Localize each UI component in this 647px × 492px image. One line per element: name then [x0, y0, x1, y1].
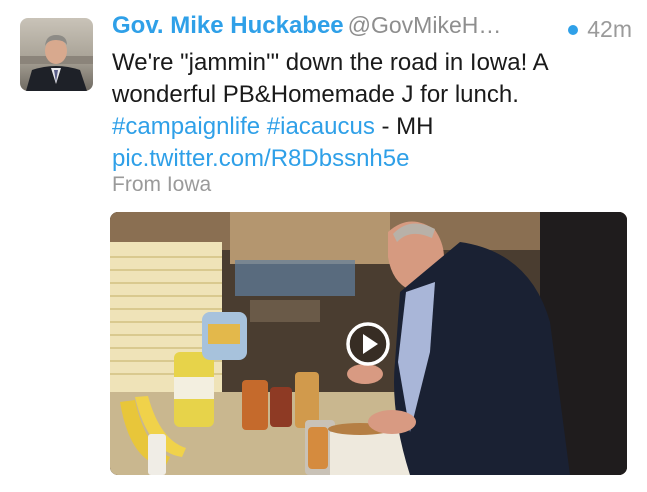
timestamp-text: 42m: [587, 16, 632, 42]
play-icon: [346, 322, 390, 366]
hashtag-link[interactable]: #iacaucus: [267, 113, 375, 140]
avatar[interactable]: [20, 18, 93, 91]
timestamp: 42m: [568, 16, 632, 43]
tweet-body-text: We're "jammin'" down the road in Iowa! A…: [112, 49, 548, 108]
unread-dot-icon: [568, 24, 579, 35]
tweet-card[interactable]: Gov. Mike Huckabee @GovMikeH… 42m We're "…: [0, 0, 647, 492]
tweet-header: Gov. Mike Huckabee @GovMikeH… 42m: [112, 12, 632, 46]
tweet-text: We're "jammin'" down the road in Iowa! A…: [112, 47, 632, 175]
hashtag-link[interactable]: #campaignlife: [112, 113, 260, 140]
author-handle[interactable]: @GovMikeH…: [348, 12, 502, 38]
author-name[interactable]: Gov. Mike Huckabee: [112, 12, 344, 39]
media-link[interactable]: pic.twitter.com/R8Dbssnh5e: [112, 145, 409, 172]
video-play-button[interactable]: [345, 321, 391, 367]
tweet-signature: - MH: [374, 113, 434, 140]
tweet-location: From Iowa: [112, 173, 212, 196]
